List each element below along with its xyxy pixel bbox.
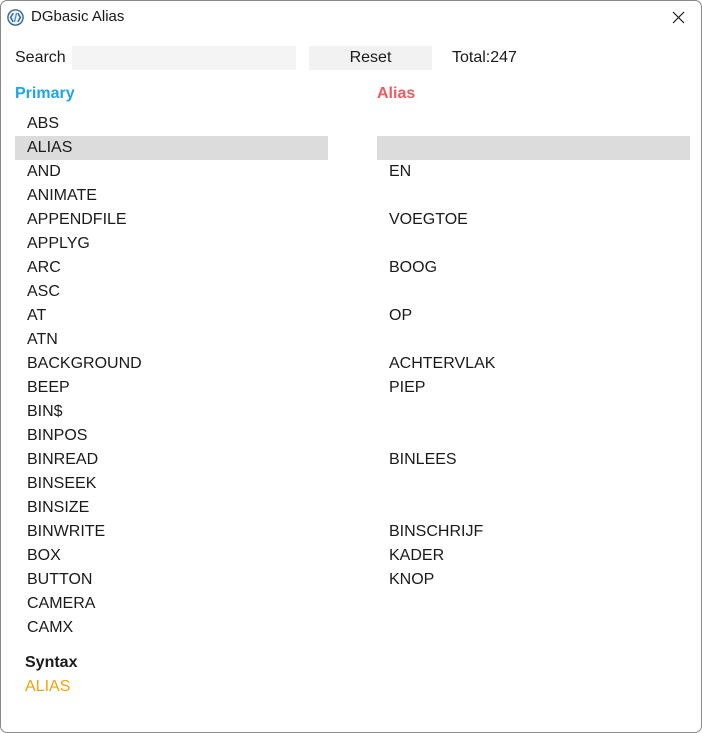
- alias-list-item[interactable]: [377, 232, 690, 256]
- alias-list-item[interactable]: BINSCHRIJF: [377, 520, 690, 544]
- alias-list-item[interactable]: [377, 184, 690, 208]
- alias-list-item[interactable]: PIEP: [377, 376, 690, 400]
- primary-list-item[interactable]: ALIAS: [15, 136, 328, 160]
- primary-list-item[interactable]: APPLYG: [15, 232, 328, 256]
- alias-list-item[interactable]: [377, 136, 690, 160]
- total-count: Total:247: [452, 49, 517, 67]
- primary-list-item[interactable]: BINSEEK: [15, 472, 328, 496]
- primary-list-item[interactable]: BUTTON: [15, 568, 328, 592]
- reset-button[interactable]: Reset: [309, 46, 432, 70]
- primary-list-item[interactable]: AT: [15, 304, 328, 328]
- search-label: Search: [15, 49, 66, 66]
- primary-list-item[interactable]: BINREAD: [15, 448, 328, 472]
- primary-list[interactable]: ABS ALIAS AND ANIMATE APPENDFILE APPLYG ARC ASC…: [15, 112, 328, 640]
- alias-list-item[interactable]: [377, 472, 690, 496]
- alias-list-item[interactable]: [377, 400, 690, 424]
- primary-list-item[interactable]: CAMERA: [15, 592, 328, 616]
- primary-list-item[interactable]: BIN$: [15, 400, 328, 424]
- primary-list-item[interactable]: BACKGROUND: [15, 352, 328, 376]
- primary-list-item[interactable]: BEEP: [15, 376, 328, 400]
- alias-list-item[interactable]: BOOG: [377, 256, 690, 280]
- alias-list-item[interactable]: [377, 328, 690, 352]
- total-value: 247: [490, 49, 517, 66]
- alias-column-header: Alias: [377, 85, 416, 102]
- primary-list-item[interactable]: BINPOS: [15, 424, 328, 448]
- alias-list-item[interactable]: OP: [377, 304, 690, 328]
- alias-list-item[interactable]: KNOP: [377, 568, 690, 592]
- alias-list-item[interactable]: BINLEES: [377, 448, 690, 472]
- alias-list-item[interactable]: [377, 112, 690, 136]
- alias-list-item[interactable]: [377, 616, 690, 640]
- primary-list-item[interactable]: ASC: [15, 280, 328, 304]
- primary-list-item[interactable]: AND: [15, 160, 328, 184]
- alias-list-item[interactable]: [377, 496, 690, 520]
- alias-window: DGbasic Alias Search Reset Total:247 Pri…: [0, 0, 702, 733]
- title-bar: DGbasic Alias: [1, 1, 701, 33]
- alias-list-item[interactable]: KADER: [377, 544, 690, 568]
- alias-list-item[interactable]: ACHTERVLAK: [377, 352, 690, 376]
- primary-list-item[interactable]: CAMX: [15, 616, 328, 640]
- alias-list-item[interactable]: [377, 280, 690, 304]
- alias-list-item[interactable]: [377, 592, 690, 616]
- close-icon: [672, 11, 684, 23]
- syntax-value: ALIAS: [25, 678, 71, 695]
- primary-list-item[interactable]: APPENDFILE: [15, 208, 328, 232]
- primary-list-item[interactable]: BINSIZE: [15, 496, 328, 520]
- alias-list-item[interactable]: EN: [377, 160, 690, 184]
- primary-list-item[interactable]: BINWRITE: [15, 520, 328, 544]
- search-input[interactable]: [72, 46, 296, 70]
- syntax-label: Syntax: [25, 654, 78, 671]
- primary-list-item[interactable]: ANIMATE: [15, 184, 328, 208]
- primary-list-item[interactable]: ABS: [15, 112, 328, 136]
- primary-list-item[interactable]: BOX: [15, 544, 328, 568]
- primary-list-item[interactable]: ATN: [15, 328, 328, 352]
- close-button[interactable]: [655, 1, 701, 33]
- alias-list-item[interactable]: VOEGTOE: [377, 208, 690, 232]
- app-logo-icon: [7, 9, 24, 26]
- primary-column-header: Primary: [15, 85, 75, 102]
- primary-list-item[interactable]: ARC: [15, 256, 328, 280]
- total-label: Total:: [452, 49, 491, 66]
- alias-list[interactable]: EN VOEGTOE BOOG OP ACHTERVLAK PIEP BINLEES BINS…: [377, 112, 690, 640]
- window-title: DGbasic Alias: [31, 8, 125, 25]
- alias-list-item[interactable]: [377, 424, 690, 448]
